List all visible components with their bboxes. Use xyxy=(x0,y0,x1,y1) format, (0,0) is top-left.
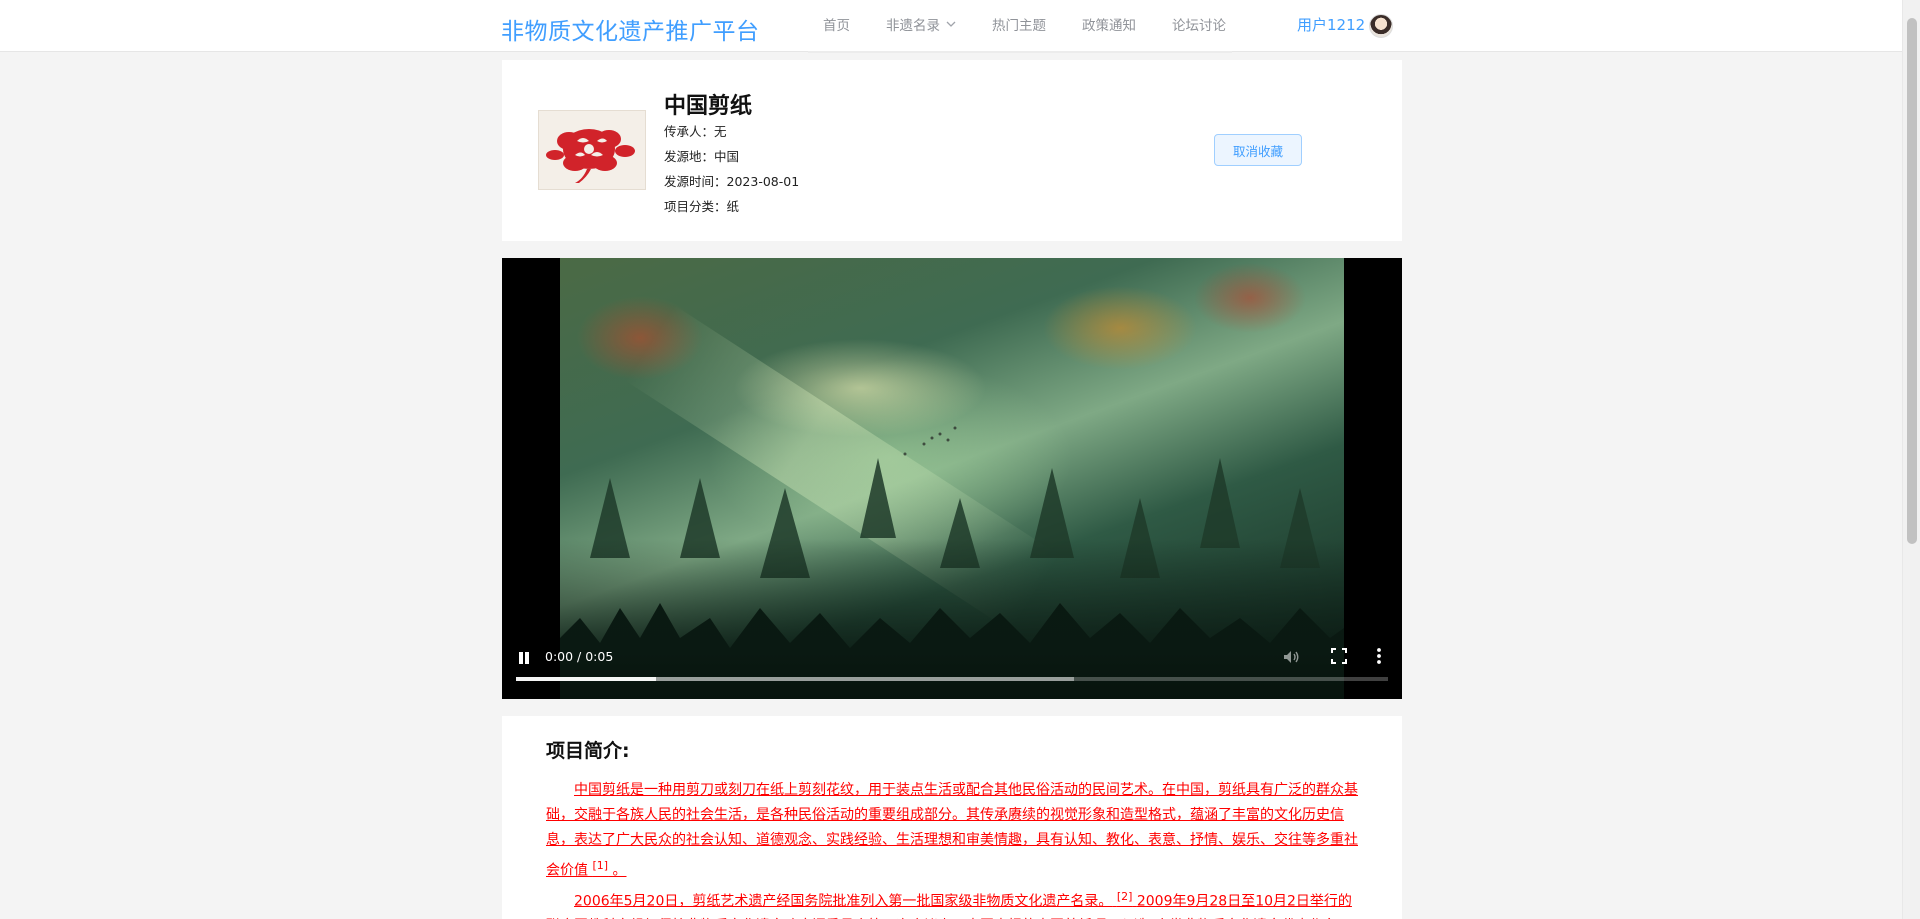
nav-item-policy[interactable]: 政策通知 xyxy=(1064,0,1154,52)
citation-ref[interactable]: [2] xyxy=(1117,890,1133,903)
video-time: 0:00 / 0:05 xyxy=(545,649,614,664)
intro-body: 中国剪纸是一种用剪刀或刻刀在纸上剪刻花纹，用于装点生活或配合其他民俗活动的民间艺… xyxy=(546,778,1358,919)
meta-label: 发源时间： xyxy=(664,174,727,189)
user-name[interactable]: 用户1212 xyxy=(1297,14,1365,35)
meta-value: 无 xyxy=(714,124,727,139)
tree-shadow xyxy=(560,539,1344,699)
meta-value: 纸 xyxy=(726,199,740,214)
nav-item-forum[interactable]: 论坛讨论 xyxy=(1154,0,1244,52)
video-played xyxy=(516,677,656,681)
meta-origin: 发源地：中国 xyxy=(664,146,739,165)
meta-label: 项目分类： xyxy=(664,199,727,214)
scrollbar-thumb[interactable] xyxy=(1907,18,1917,544)
meta-inheritor: 传承人：无 xyxy=(664,121,727,140)
nav-item-hot-topics[interactable]: 热门主题 xyxy=(974,0,1064,52)
meta-origin-time: 发源时间：2023-08-01 xyxy=(664,171,799,190)
video-progress-bar[interactable] xyxy=(516,677,1388,681)
nav-item-label: 热门主题 xyxy=(992,18,1046,34)
unfavorite-button[interactable]: 取消收藏 xyxy=(1214,134,1302,166)
video-frame xyxy=(560,258,1344,699)
item-thumbnail xyxy=(538,110,646,190)
citation-ref[interactable]: [1] xyxy=(592,859,608,872)
pause-icon[interactable] xyxy=(518,652,530,664)
more-options-icon[interactable] xyxy=(1376,647,1382,665)
meta-label: 发源地： xyxy=(664,149,715,164)
nav-item-label: 政策通知 xyxy=(1082,18,1136,34)
chevron-down-icon xyxy=(946,0,956,52)
paragraph-text: 中国剪纸是一种用剪刀或刻刀在纸上剪刻花纹，用于装点生活或配合其他民俗活动的民间艺… xyxy=(546,782,1358,879)
nav-divider xyxy=(808,51,1232,53)
site-brand[interactable]: 非物质文化遗产推广平台 xyxy=(501,12,760,46)
meta-label: 传承人： xyxy=(664,124,715,139)
nav-item-label: 非遗名录 xyxy=(886,18,940,34)
intro-paragraph: 中国剪纸是一种用剪刀或刻刀在纸上剪刻花纹，用于装点生活或配合其他民俗活动的民间艺… xyxy=(546,778,1358,884)
intro-title: 项目简介: xyxy=(546,740,630,762)
item-info-card: 中国剪纸 传承人：无 发源地：中国 发源时间：2023-08-01 项目分类：纸… xyxy=(502,60,1402,241)
top-navbar: 非物质文化遗产推广平台 首页 非遗名录 热门主题 政策通知 论坛讨论 用户121… xyxy=(0,0,1902,53)
video-player[interactable]: 0:00 / 0:05 xyxy=(502,258,1402,699)
meta-value: 2023-08-01 xyxy=(726,174,800,189)
page-scrollbar[interactable] xyxy=(1902,0,1920,919)
nav-item-heritage-list[interactable]: 非遗名录 xyxy=(868,0,974,52)
main-nav: 首页 非遗名录 热门主题 政策通知 论坛讨论 xyxy=(805,0,1244,52)
intro-section: 项目简介: 中国剪纸是一种用剪刀或刻刀在纸上剪刻花纹，用于装点生活或配合其他民俗… xyxy=(502,716,1402,919)
nav-item-label: 论坛讨论 xyxy=(1172,18,1226,34)
nav-item-label: 首页 xyxy=(823,18,850,34)
item-title: 中国剪纸 xyxy=(664,94,753,119)
fullscreen-icon[interactable] xyxy=(1331,648,1347,664)
nav-item-home[interactable]: 首页 xyxy=(805,0,868,52)
paper-cut-flower-icon xyxy=(539,111,645,189)
paragraph-text: 2006年5月20日，剪纸艺术遗产经国务院批准列入第一批国家级非物质文化遗产名录… xyxy=(574,893,1113,910)
avatar[interactable] xyxy=(1369,14,1393,38)
intro-paragraph: 2006年5月20日，剪纸艺术遗产经国务院批准列入第一批国家级非物质文化遗产名录… xyxy=(546,884,1358,919)
paragraph-tail: 。 xyxy=(612,862,627,879)
meta-category: 项目分类：纸 xyxy=(664,196,739,215)
volume-icon[interactable] xyxy=(1282,648,1300,666)
meta-value: 中国 xyxy=(714,149,740,164)
